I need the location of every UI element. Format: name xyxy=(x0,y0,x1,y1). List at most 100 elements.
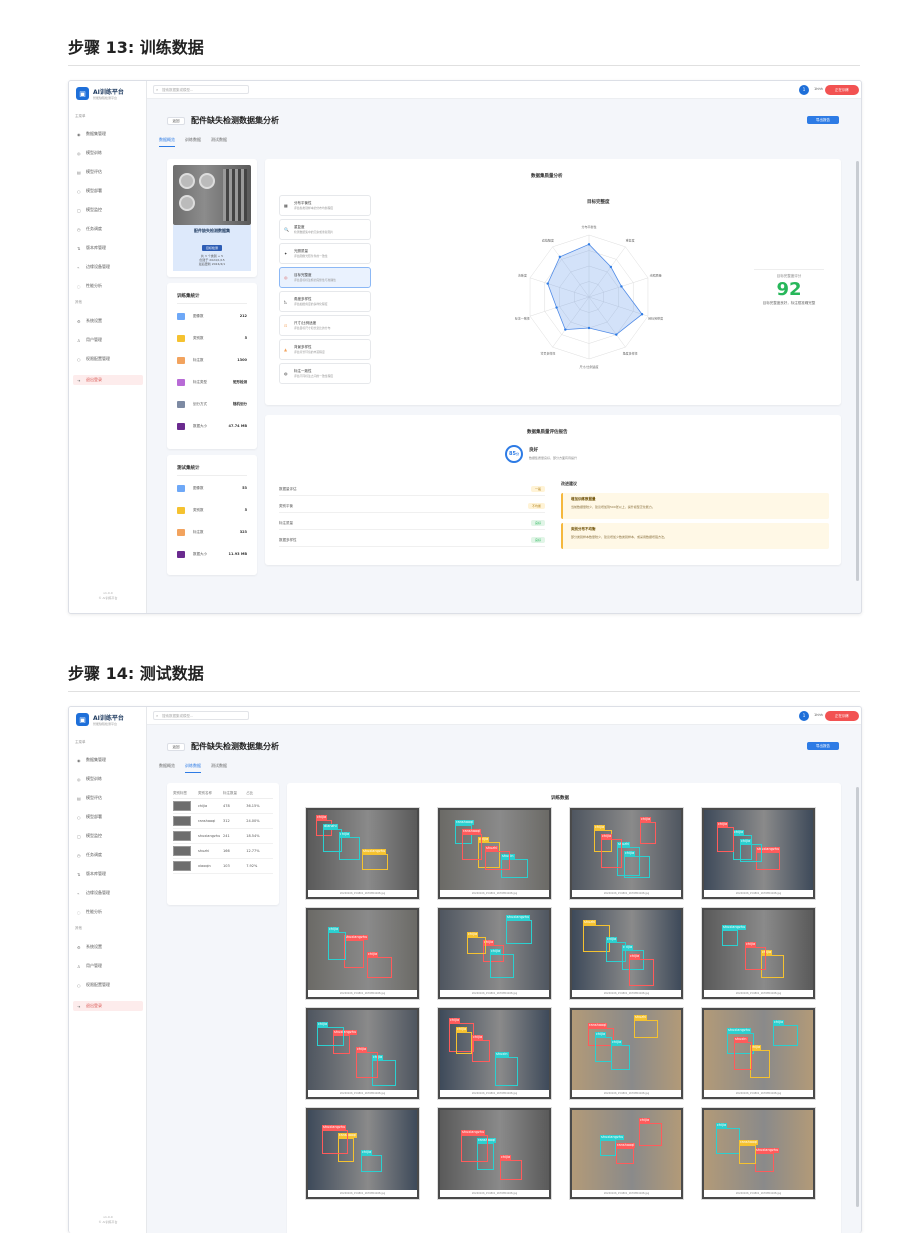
user-name[interactable]: 1hhh xyxy=(814,87,823,91)
user-name[interactable]: 1hhh xyxy=(814,713,823,717)
table-row[interactable]: xiaoqin 103 7.92% xyxy=(173,859,273,874)
radar-point[interactable] xyxy=(546,282,549,285)
feature-desc: 评估目标尺寸和长宽比的分布 xyxy=(294,326,331,330)
report-score-ring: 85分 xyxy=(505,445,523,463)
feature-item[interactable]: ▦ 分布平衡性 评估各类别样本的分布均衡程度 xyxy=(279,195,371,216)
radar-point[interactable] xyxy=(587,243,591,246)
logo[interactable]: ▣ AI训练平台 智能缺陷检测平台 xyxy=(76,87,124,100)
gallery-image[interactable]: chijia chijia shuxin chijia 20240106_154801_… xyxy=(437,1007,552,1100)
sidebar-item-users[interactable]: ♙ 用户管理 xyxy=(73,335,143,345)
sidebar-item-versions[interactable]: ⇅ 版本库管理 xyxy=(73,243,143,253)
gallery-image[interactable]: chijia shuzhi chijia chijia 20240106_154801_… xyxy=(569,907,684,1000)
radar-point[interactable] xyxy=(564,328,567,331)
feature-item[interactable]: ◎ 目标完整度 评估目标标注框的完整性与准确性 xyxy=(279,267,371,288)
nav-group-label: 其他 xyxy=(75,300,82,304)
notification-badge[interactable]: 1 xyxy=(799,85,809,95)
gallery-image[interactable]: ranshaoqi chijia shuzhi chijia 20240106_1548… xyxy=(569,1007,684,1100)
gallery-image[interactable]: chijia shuxiangzhu chijia chijia 20240106_15… xyxy=(305,1007,420,1100)
training-status-button[interactable]: 正在训练 xyxy=(825,85,859,95)
sidebar-item-monitor[interactable]: ▢ 模型监控 xyxy=(73,831,143,841)
scrollbar[interactable] xyxy=(856,787,859,1207)
tab-train[interactable]: 训练数据 xyxy=(185,763,201,773)
gallery-image[interactable]: shuxiangzhu chijia chijia 20240106_154801_1… xyxy=(305,907,420,1000)
radar-point[interactable] xyxy=(558,255,562,259)
logo[interactable]: ▣ AI训练平台 智能缺陷检测平台 xyxy=(76,713,124,726)
radar-point[interactable] xyxy=(620,285,623,288)
sidebar-item-versions[interactable]: ⇅ 版本库管理 xyxy=(73,869,143,879)
status-badge: 良好 xyxy=(530,520,545,526)
export-report-button[interactable]: 导出报告 xyxy=(807,116,839,124)
sidebar-item-users[interactable]: ♙ 用户管理 xyxy=(73,961,143,971)
feature-item[interactable]: ▲ 背景多样性 评估背景环境的丰富程度 xyxy=(279,339,371,360)
notification-badge[interactable]: 1 xyxy=(799,711,809,721)
table-row[interactable]: shuxiangzhu 241 18.54% xyxy=(173,829,273,844)
back-button[interactable]: 返回 xyxy=(167,742,185,751)
gallery-image[interactable]: ranshaoqi chijia shuxiangzhu 20240106_15480… xyxy=(569,1107,684,1200)
sidebar-item-settings[interactable]: ⚙ 系统设置 xyxy=(73,316,143,326)
step14-title: 步骤 14: 测试数据 xyxy=(68,664,204,683)
sidebar-item-datasets[interactable]: ◉ 数据集管理 xyxy=(73,755,143,765)
radar-point[interactable] xyxy=(640,313,644,316)
gallery-image[interactable]: shuxiangzhu chijia chijia shuxin 20240106_15… xyxy=(701,1007,816,1100)
sidebar-item-training[interactable]: ◎ 模型训练 xyxy=(73,774,143,784)
sidebar-item-logout[interactable]: ⇥ 退出登录 xyxy=(73,1001,143,1011)
sidebar-item-edge[interactable]: ⌁ 边缘设备管理 xyxy=(73,888,143,898)
sidebar-item-deploy[interactable]: ○ 模型部署 xyxy=(73,812,143,822)
image-filename: 20240106_154801_1676854168.jpg xyxy=(704,890,813,897)
gallery-image[interactable]: chijia shuzhi chijia chijia chijia 20240106_1… xyxy=(569,807,684,900)
table-row[interactable]: ranshaoqi 312 24.00% xyxy=(173,814,273,829)
tab-overview[interactable]: 数据概览 xyxy=(159,137,175,147)
sidebar-item-permissions[interactable]: ○ 权限配置管理 xyxy=(73,980,143,990)
scrollbar[interactable] xyxy=(856,161,859,581)
back-button[interactable]: 返回 xyxy=(167,116,185,125)
gallery-image[interactable]: shuxiangzhu chijia ranshaoqi 20240106_15480… xyxy=(701,1107,816,1200)
export-report-button[interactable]: 导出报告 xyxy=(807,742,839,750)
gallery-image[interactable]: chijia chijia shuxiangzhu dianzhi 20240106_1… xyxy=(305,807,420,900)
sidebar-item-tasks[interactable]: ◷ 任务调度 xyxy=(73,224,143,234)
sidebar-item-training[interactable]: ◎ 模型训练 xyxy=(73,148,143,158)
class-name: chijia xyxy=(198,804,208,808)
gallery-image[interactable]: chijia shuxiangzhu chijia chijia 20240106_15… xyxy=(701,807,816,900)
sidebar-item-deploy[interactable]: ○ 模型部署 xyxy=(73,186,143,196)
training-status-button[interactable]: 正在训练 xyxy=(825,711,859,721)
sidebar-item-tasks[interactable]: ◷ 任务调度 xyxy=(73,850,143,860)
sidebar-item-perf[interactable]: ◌ 性能分析 xyxy=(73,907,143,917)
radar-point[interactable] xyxy=(555,306,558,309)
sidebar-item-edge[interactable]: ⌁ 边缘设备管理 xyxy=(73,262,143,272)
sidebar-item-logout[interactable]: ⇥ 退出登录 xyxy=(73,375,143,385)
stat-value: 5 xyxy=(244,508,247,512)
sidebar-item-eval[interactable]: ▤ 模型评估 xyxy=(73,793,143,803)
bbox-label: chijia xyxy=(328,927,340,932)
sidebar-item-permissions[interactable]: ○ 权限配置管理 xyxy=(73,354,143,364)
class-name: xiaoqin xyxy=(198,864,211,868)
sidebar-item-datasets[interactable]: ◉ 数据集管理 xyxy=(73,129,143,139)
radar-point[interactable] xyxy=(609,265,613,269)
feature-item[interactable]: 🔍 重复度 检测数据集中的冗余或重复图片 xyxy=(279,219,371,240)
image-filename: 20240106_154801_1676854168.jpg xyxy=(572,990,681,997)
tab-test[interactable]: 测试数据 xyxy=(211,137,227,147)
gallery-image[interactable]: ranshaoqi chijia shuxin ranshaoqi shuzhi 2024… xyxy=(437,807,552,900)
gallery-image[interactable]: chijia shuxiangzhu chijia 20240106_154801_1… xyxy=(701,907,816,1000)
radar-point[interactable] xyxy=(615,333,618,336)
sidebar-item-perf[interactable]: ◌ 性能分析 xyxy=(73,281,143,291)
sidebar-item-settings[interactable]: ⚙ 系统设置 xyxy=(73,942,143,952)
search-input[interactable]: ⌕ 搜索数据集或模型... xyxy=(153,85,249,94)
feature-item[interactable]: ✦ 光照质量 评估图像光照条件的一致性 xyxy=(279,243,371,264)
tab-train[interactable]: 训练数据 xyxy=(185,137,201,147)
gallery-image[interactable]: ranshaoqi chijia shuxiangzhu 20240106_15480… xyxy=(305,1107,420,1200)
feature-item[interactable]: ◍ 标注一致性 评估不同标注之间的一致性程度 xyxy=(279,363,371,384)
table-row[interactable]: chijia 478 36.15% xyxy=(173,799,273,814)
search-input[interactable]: ⌕ 搜索数据集或模型... xyxy=(153,711,249,720)
sidebar-item-monitor[interactable]: ▢ 模型监控 xyxy=(73,205,143,215)
feature-item[interactable]: ⊡ 尺寸/比例适度 评估目标尺寸和长宽比的分布 xyxy=(279,315,371,336)
gallery-image[interactable]: chijia shuxiangzhu chijia chijia 20240106_15… xyxy=(437,907,552,1000)
tab-overview[interactable]: 数据概览 xyxy=(159,763,175,773)
table-row[interactable]: shuzhi 166 12.77% xyxy=(173,844,273,859)
radar-point[interactable] xyxy=(587,326,591,330)
bbox-label: chijia xyxy=(624,851,636,856)
feature-item[interactable]: ◺ 角度多样性 评估拍摄角度的多样化程度 xyxy=(279,291,371,312)
tab-test[interactable]: 测试数据 xyxy=(211,763,227,773)
sidebar-item-eval[interactable]: ▤ 模型评估 xyxy=(73,167,143,177)
gallery-image[interactable]: ranshaoqi chijia shuxiangzhu 20240106_15480… xyxy=(437,1107,552,1200)
bbox-label: chijia xyxy=(629,954,641,959)
